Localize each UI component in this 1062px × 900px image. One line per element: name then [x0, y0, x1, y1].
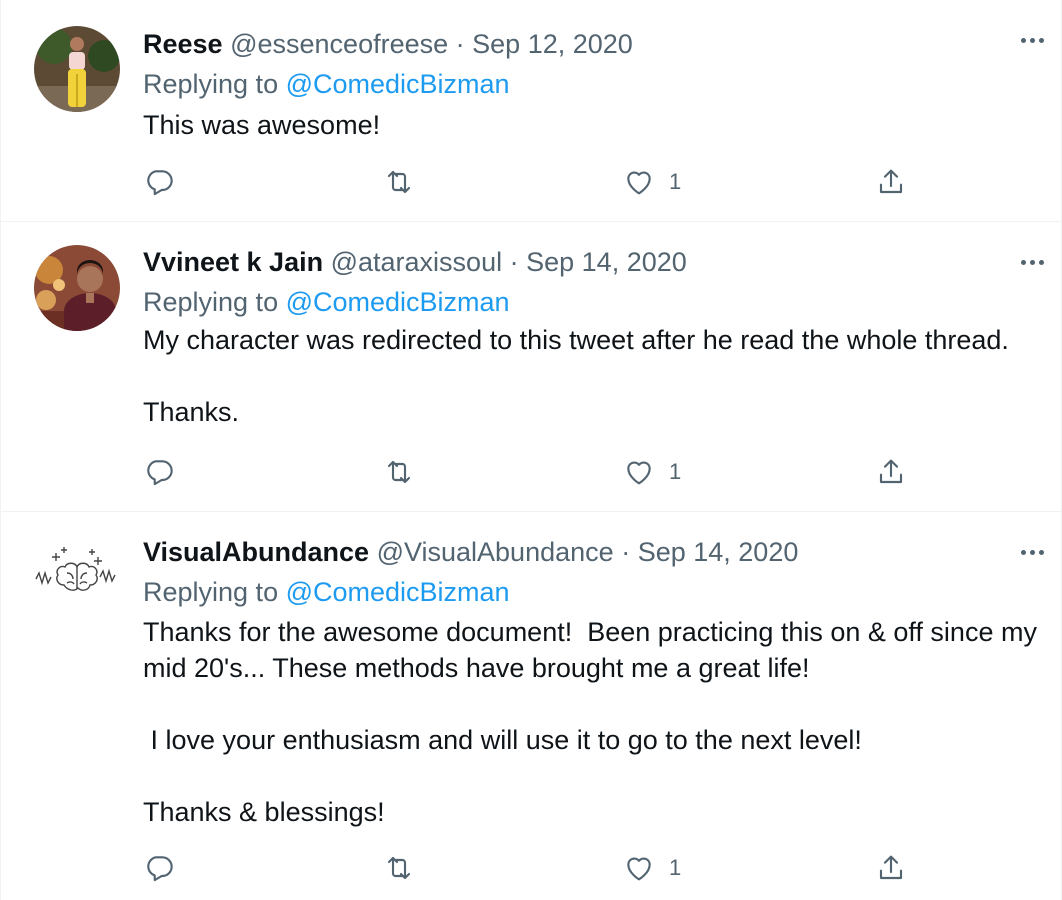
- reply-button[interactable]: [143, 848, 175, 888]
- tweet-text: Thanks for the awesome document! Been pr…: [143, 614, 1041, 830]
- replying-to: Replying to @ComedicBizman: [143, 282, 1041, 322]
- user-handle[interactable]: @ataraxissoul: [331, 247, 502, 277]
- tweet-actions: 1: [143, 452, 923, 492]
- tweet-actions: 1: [143, 162, 923, 202]
- separator-dot: ·: [455, 29, 465, 59]
- separator-dot: ·: [621, 537, 631, 567]
- reply-icon: [147, 856, 173, 882]
- more-icon: [1020, 259, 1044, 265]
- tweet-paragraph: Thanks for the awesome document! Been pr…: [143, 617, 1045, 683]
- tweet-paragraph: Thanks.: [143, 397, 240, 427]
- avatar[interactable]: [34, 533, 120, 619]
- share-icon: [879, 855, 903, 880]
- tweet-content: VisualAbundance @VisualAbundance · Sep 1…: [143, 532, 1041, 830]
- replying-to: Replying to @ComedicBizman: [143, 64, 1041, 104]
- tweet-paragraph: This was awesome!: [143, 110, 381, 140]
- share-button[interactable]: [875, 848, 907, 888]
- display-name[interactable]: VisualAbundance: [143, 537, 369, 567]
- tweet-paragraph: I love your enthusiasm and will use it t…: [143, 725, 862, 755]
- user-handle[interactable]: @essenceofreese: [230, 29, 448, 59]
- avatar-image: [34, 533, 120, 619]
- reply-button[interactable]: [143, 162, 175, 202]
- like-button[interactable]: 1: [623, 848, 681, 888]
- tweet-text: My character was redirected to this twee…: [143, 322, 1041, 430]
- user-handle[interactable]: @VisualAbundance: [377, 537, 614, 567]
- tweet-date[interactable]: Sep 12, 2020: [472, 29, 633, 59]
- share-button[interactable]: [875, 452, 907, 492]
- tweet-header: VisualAbundance @VisualAbundance · Sep 1…: [143, 532, 1041, 572]
- avatar-image: [34, 26, 120, 112]
- retweet-button[interactable]: [383, 452, 415, 492]
- share-button[interactable]: [875, 162, 907, 202]
- tweet-header: Reese @essenceofreese · Sep 12, 2020: [143, 24, 1041, 64]
- replying-to-prefix: Replying to: [143, 287, 286, 317]
- display-name[interactable]: Reese: [143, 29, 223, 59]
- replying-to-mention[interactable]: @ComedicBizman: [286, 287, 510, 317]
- tweet-actions: 1: [143, 848, 923, 888]
- replies-timeline: Reese @essenceofreese · Sep 12, 2020 Rep…: [0, 0, 1062, 900]
- share-icon: [879, 459, 903, 484]
- more-icon: [1020, 549, 1044, 555]
- replying-to-mention[interactable]: @ComedicBizman: [286, 577, 510, 607]
- more-options-button[interactable]: [1017, 30, 1047, 50]
- heart-icon: [627, 461, 651, 485]
- retweet-button[interactable]: [383, 162, 415, 202]
- like-button[interactable]: 1: [623, 162, 681, 202]
- tweet-content: Reese @essenceofreese · Sep 12, 2020 Rep…: [143, 24, 1041, 143]
- tweet-text: This was awesome!: [143, 107, 1041, 143]
- tweet[interactable]: Reese @essenceofreese · Sep 12, 2020 Rep…: [1, 0, 1061, 222]
- display-name[interactable]: Vvineet k Jain: [143, 247, 323, 277]
- reply-button[interactable]: [143, 452, 175, 492]
- tweet-date[interactable]: Sep 14, 2020: [526, 247, 687, 277]
- retweet-button[interactable]: [383, 848, 415, 888]
- tweet[interactable]: VisualAbundance @VisualAbundance · Sep 1…: [1, 512, 1061, 900]
- heart-icon: [627, 171, 651, 195]
- more-icon: [1020, 37, 1044, 43]
- heart-icon: [627, 857, 651, 881]
- tweet[interactable]: Vvineet k Jain @ataraxissoul · Sep 14, 2…: [1, 222, 1061, 512]
- retweet-icon: [387, 170, 411, 194]
- like-count: 1: [669, 169, 682, 194]
- more-options-button[interactable]: [1017, 542, 1047, 562]
- tweet-paragraph: My character was redirected to this twee…: [143, 325, 1009, 355]
- avatar[interactable]: [34, 245, 120, 331]
- avatar-image: [34, 245, 120, 331]
- like-button[interactable]: 1: [623, 452, 681, 492]
- replying-to: Replying to @ComedicBizman: [143, 572, 1041, 612]
- replying-to-prefix: Replying to: [143, 577, 286, 607]
- separator-dot: ·: [509, 247, 519, 277]
- replying-to-prefix: Replying to: [143, 69, 286, 99]
- avatar[interactable]: [34, 26, 120, 112]
- reply-icon: [147, 460, 173, 486]
- retweet-icon: [387, 856, 411, 880]
- share-icon: [879, 169, 903, 194]
- reply-icon: [147, 170, 173, 196]
- tweet-content: Vvineet k Jain @ataraxissoul · Sep 14, 2…: [143, 242, 1041, 430]
- like-count: 1: [669, 459, 682, 484]
- tweet-header: Vvineet k Jain @ataraxissoul · Sep 14, 2…: [143, 242, 1041, 282]
- like-count: 1: [669, 855, 682, 880]
- tweet-date[interactable]: Sep 14, 2020: [638, 537, 799, 567]
- retweet-icon: [387, 460, 411, 484]
- tweet-paragraph: Thanks & blessings!: [143, 797, 385, 827]
- replying-to-mention[interactable]: @ComedicBizman: [286, 69, 510, 99]
- more-options-button[interactable]: [1017, 252, 1047, 272]
